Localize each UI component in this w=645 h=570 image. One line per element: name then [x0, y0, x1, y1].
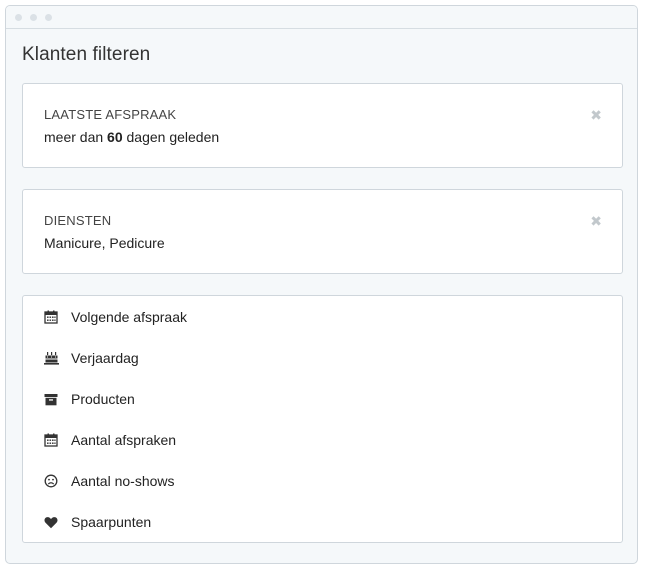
filter-value[interactable]: meer dan 60 dagen geleden [44, 129, 219, 145]
frown-face-icon [43, 473, 59, 489]
filter-value-suffix: dagen geleden [122, 129, 220, 145]
archive-box-icon [43, 391, 59, 407]
option-label: Aantal no-shows [71, 473, 175, 489]
window-control-dot[interactable] [30, 14, 37, 21]
filter-value[interactable]: Manicure, Pedicure [44, 235, 165, 251]
option-aantal-afspraken[interactable]: Aantal afspraken [43, 429, 176, 451]
close-icon[interactable]: ✖ [590, 108, 602, 122]
filter-options-list: Volgende afspraak Verjaardag Producten A… [22, 295, 623, 543]
birthday-cake-icon [43, 350, 59, 366]
option-label: Aantal afspraken [71, 432, 177, 448]
option-producten[interactable]: Producten [43, 388, 135, 410]
option-volgende-afspraak[interactable]: Volgende afspraak [43, 306, 187, 328]
filter-value-number: 60 [107, 129, 123, 145]
option-aantal-no-shows[interactable]: Aantal no-shows [43, 470, 175, 492]
option-label: Volgende afspraak [71, 309, 187, 325]
calendar-icon [43, 309, 59, 325]
filter-heading: DIENSTEN [44, 213, 112, 228]
option-verjaardag[interactable]: Verjaardag [43, 347, 139, 369]
calendar-icon [43, 432, 59, 448]
close-icon[interactable]: ✖ [590, 214, 602, 228]
window-control-dot[interactable] [15, 14, 22, 21]
window-titlebar [6, 6, 637, 29]
window-control-dot[interactable] [45, 14, 52, 21]
heart-icon [43, 514, 59, 530]
page-title: Klanten filteren [22, 44, 151, 65]
filter-heading: LAATSTE AFSPRAAK [44, 107, 177, 122]
filter-card-laatste-afspraak: LAATSTE AFSPRAAK meer dan 60 dagen geled… [22, 83, 623, 168]
option-label: Verjaardag [71, 350, 139, 366]
option-label: Spaarpunten [71, 514, 152, 530]
filter-card-diensten: DIENSTEN Manicure, Pedicure ✖ [22, 189, 623, 274]
app-window: Klanten filteren LAATSTE AFSPRAAK meer d… [5, 5, 638, 564]
filter-value-prefix: meer dan [44, 129, 108, 145]
option-label: Producten [71, 391, 135, 407]
option-spaarpunten[interactable]: Spaarpunten [43, 511, 151, 533]
